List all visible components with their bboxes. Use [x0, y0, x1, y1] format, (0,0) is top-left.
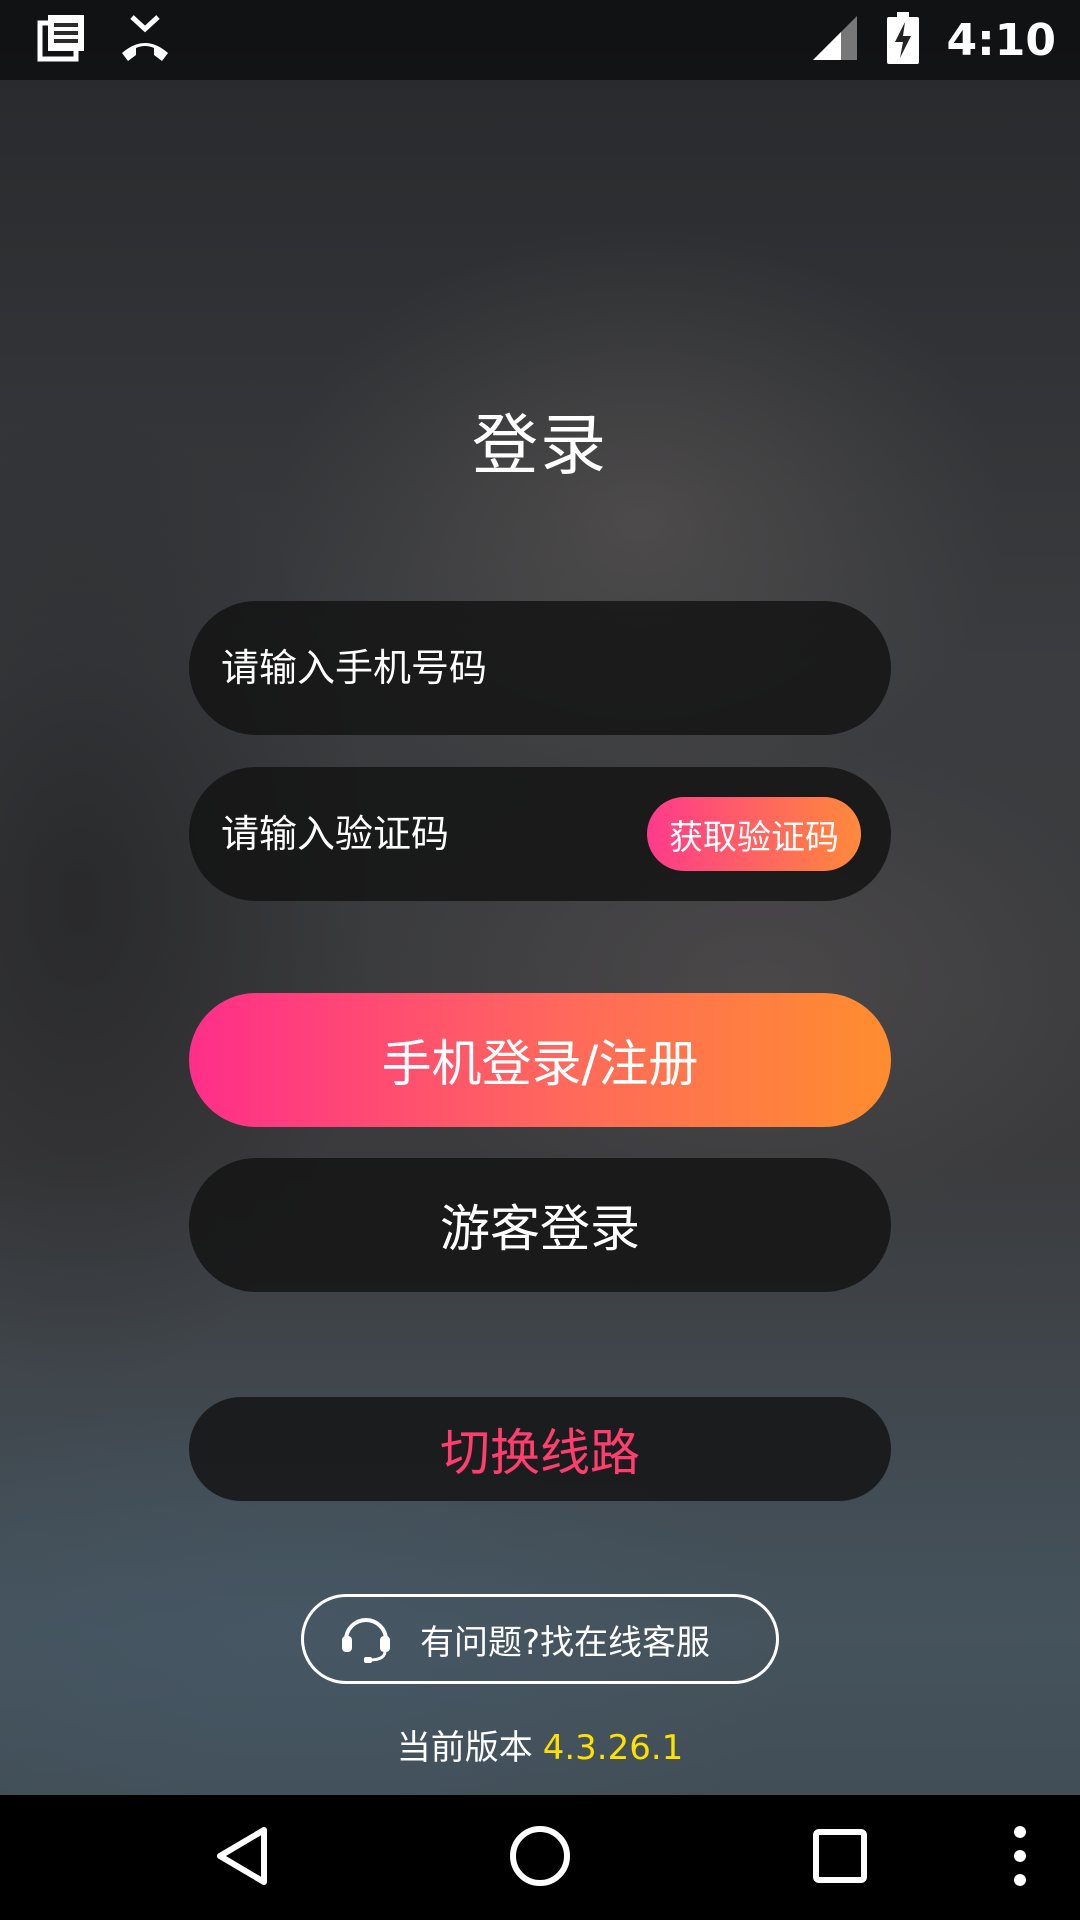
customer-service-button[interactable]: 有问题?找在线客服 — [301, 1594, 779, 1684]
phone-input[interactable] — [221, 601, 681, 735]
recents-button[interactable] — [780, 1795, 900, 1920]
version-label: 当前版本 — [396, 1728, 533, 1768]
page-title: 登录 — [472, 407, 608, 484]
navigation-bar — [0, 1795, 1080, 1920]
status-bar: 4:10 — [0, 0, 1080, 80]
back-button[interactable] — [182, 1795, 302, 1920]
battery-charging-icon — [886, 12, 919, 68]
home-button[interactable] — [480, 1795, 600, 1920]
more-icon — [1012, 1824, 1028, 1892]
customer-service-label: 有问题?找在线客服 — [420, 1622, 711, 1663]
phone-field — [189, 601, 891, 735]
missed-call-icon — [118, 13, 172, 67]
back-icon — [212, 1824, 272, 1892]
phone-login-button[interactable]: 手机登录/注册 — [189, 993, 891, 1127]
guest-login-button[interactable]: 游客登录 — [189, 1158, 891, 1292]
recents-icon — [810, 1826, 870, 1890]
notes-icon — [36, 13, 88, 67]
more-button[interactable] — [960, 1795, 1080, 1920]
code-input[interactable] — [221, 767, 681, 901]
version-info: 当前版本 4.3.26.1 — [0, 1720, 1080, 1769]
login-screen: 4:10 登录 获取验证码 手机登录/注册 游客登录 切换线路 有问题?找在线客… — [0, 0, 1080, 1920]
signal-icon — [811, 14, 859, 66]
code-field: 获取验证码 — [189, 767, 891, 901]
status-time: 4:10 — [946, 14, 1056, 66]
switch-line-button[interactable]: 切换线路 — [189, 1397, 891, 1501]
headset-icon — [338, 1610, 394, 1668]
home-icon — [507, 1823, 573, 1893]
get-code-button[interactable]: 获取验证码 — [647, 797, 861, 871]
version-number: 4.3.26.1 — [542, 1728, 684, 1768]
